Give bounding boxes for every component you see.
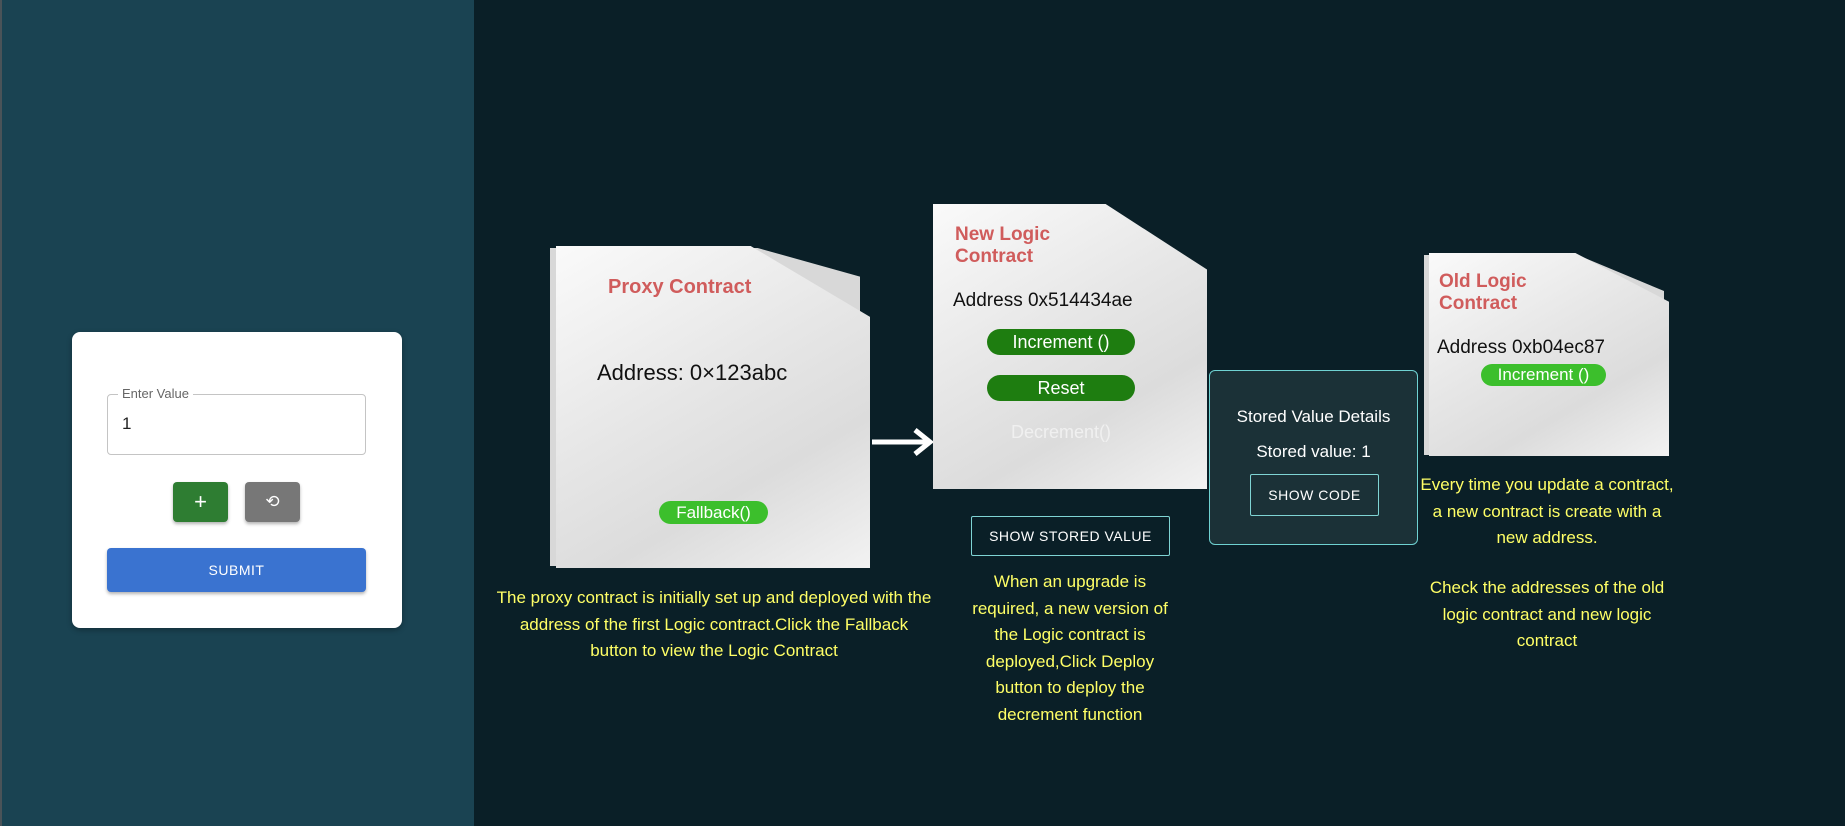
enter-value-label: Enter Value — [118, 386, 193, 401]
value-form-card: Enter Value 1 + ⟲ SUBMIT — [72, 332, 402, 628]
stored-value-text: Stored value: 1 — [1256, 442, 1371, 461]
proxy-address: Address: 0×123abc — [597, 360, 788, 385]
add-button[interactable]: + — [173, 482, 228, 522]
new-logic-address: Address 0x514434ae — [953, 290, 1133, 311]
reset-icon: ⟲ — [265, 492, 280, 511]
old-logic-caption-update: Every time you update a contract, a new … — [1420, 475, 1674, 547]
stored-value-details-box: Stored Value Details Stored value: 1 SHO… — [1209, 370, 1418, 545]
new-reset-button[interactable]: Reset — [987, 375, 1135, 401]
left-panel: Enter Value 1 + ⟲ SUBMIT — [0, 0, 474, 826]
proxy-contract-title: Proxy Contract — [608, 276, 752, 298]
reset-button[interactable]: ⟲ — [245, 482, 300, 522]
old-logic-caption-check: Check the addresses of the old logic con… — [1429, 578, 1665, 650]
arrow-icon — [872, 428, 935, 456]
decrement-button[interactable]: Decrement() — [987, 419, 1135, 445]
show-code-button[interactable]: SHOW CODE — [1250, 474, 1379, 516]
plus-icon: + — [194, 489, 207, 514]
stored-value-title: Stored Value Details — [1236, 407, 1391, 426]
new-logic-caption: When an upgrade is required, a new versi… — [972, 572, 1168, 724]
old-logic-address: Address 0xb04ec87 — [1437, 337, 1605, 358]
new-logic-contract-title: New Logic Contract — [955, 224, 1051, 267]
enter-value-input[interactable]: 1 — [122, 414, 131, 434]
submit-button[interactable]: SUBMIT — [107, 548, 366, 592]
new-increment-button[interactable]: Increment () — [987, 329, 1135, 355]
show-stored-value-button[interactable]: SHOW STORED VALUE — [971, 516, 1170, 556]
fallback-button[interactable]: Fallback() — [659, 501, 768, 524]
old-increment-button[interactable]: Increment () — [1481, 364, 1606, 386]
enter-value-field[interactable]: Enter Value 1 — [107, 386, 366, 455]
old-logic-contract-title: Old Logic Contract — [1439, 271, 1527, 314]
proxy-caption: The proxy contract is initially set up a… — [496, 588, 932, 660]
